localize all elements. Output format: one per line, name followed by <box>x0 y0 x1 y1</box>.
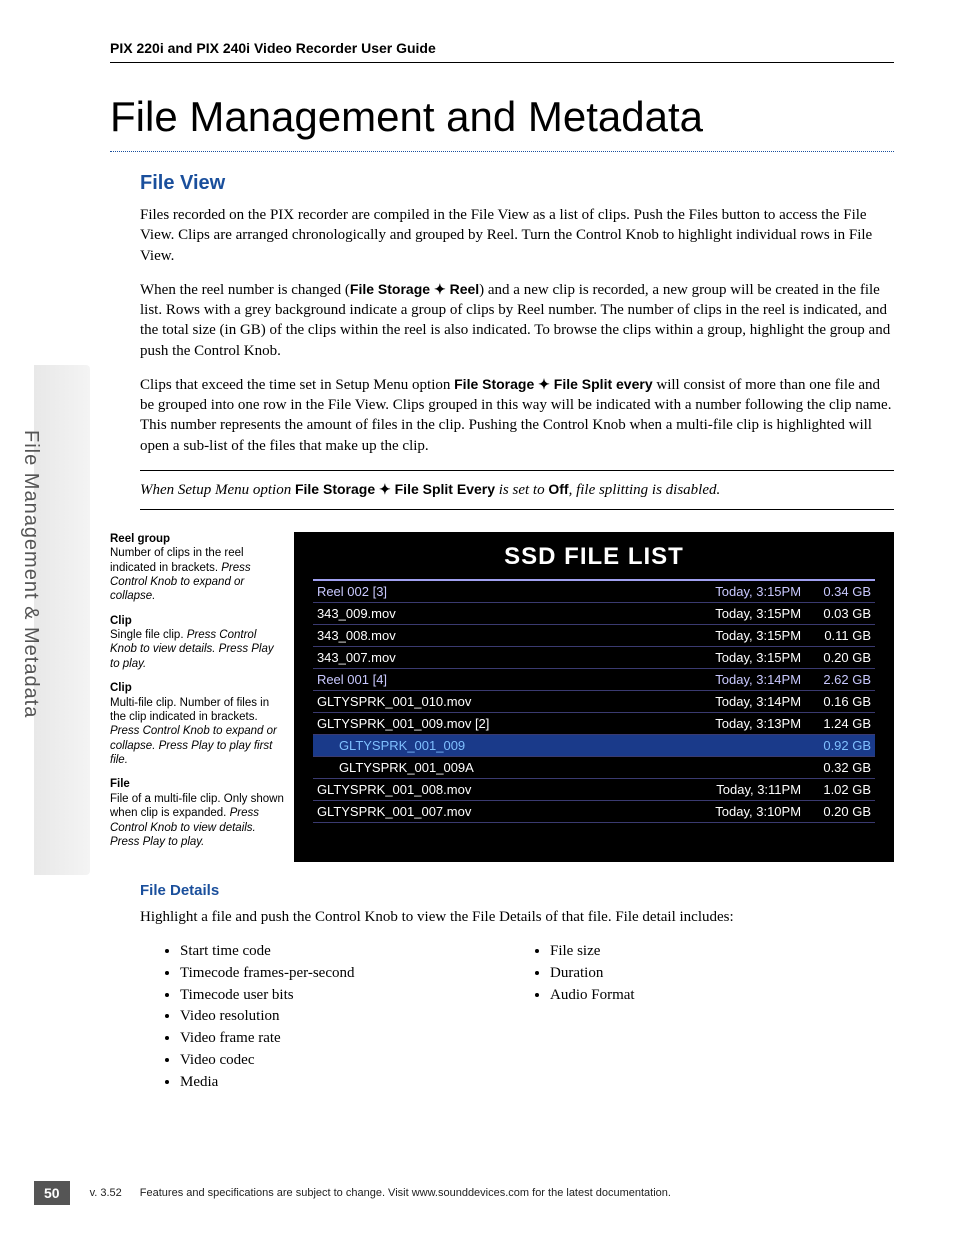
section-file-view-heading: File View <box>140 172 894 195</box>
para-2: When the reel number is changed (File St… <box>140 280 894 361</box>
menu-arrow-icon: ✦ <box>434 281 446 297</box>
ssd-row-4[interactable]: Reel 001 [4]Today, 3:14PM2.62 GB <box>313 669 875 691</box>
detail-item: Duration <box>550 963 635 985</box>
footer-version: v. 3.52 <box>90 1187 122 1199</box>
note-arrow-icon: ✦ <box>379 481 391 497</box>
running-header: PIX 220i and PIX 240i Video Recorder Use… <box>110 40 894 63</box>
page-title: File Management and Metadata <box>110 93 894 152</box>
para-1: Files recorded on the PIX recorder are c… <box>140 205 894 266</box>
menu-path-storage-2: File Storage <box>454 376 538 392</box>
ssd-row-10[interactable]: GLTYSPRK_001_007.movToday, 3:10PM0.20 GB <box>313 801 875 823</box>
ssd-title: SSD FILE LIST <box>295 533 893 579</box>
ssd-row-2[interactable]: 343_008.movToday, 3:15PM0.11 GB <box>313 625 875 647</box>
detail-item: Timecode frames-per-second <box>180 963 510 985</box>
details-list-2: File sizeDurationAudio Format <box>550 941 635 1006</box>
callouts-column: Reel groupNumber of clips in the reel in… <box>110 532 294 862</box>
ssd-row-8[interactable]: GLTYSPRK_001_009A0.32 GB <box>313 757 875 779</box>
detail-item: Video codec <box>180 1050 510 1072</box>
ssd-row-7[interactable]: GLTYSPRK_001_0090.92 GB <box>313 735 875 757</box>
callout-1: ClipSingle file clip. Press Control Knob… <box>110 614 286 672</box>
ssd-row-3[interactable]: 343_007.movToday, 3:15PM0.20 GB <box>313 647 875 669</box>
menu-path-reel: Reel <box>446 281 479 297</box>
detail-item: Timecode user bits <box>180 985 510 1007</box>
menu-path-split: File Split every <box>550 376 653 392</box>
ssd-row-5[interactable]: GLTYSPRK_001_010.movToday, 3:14PM0.16 GB <box>313 691 875 713</box>
ssd-row-0[interactable]: Reel 002 [3]Today, 3:15PM0.34 GB <box>313 581 875 603</box>
note-a: When Setup Menu option <box>140 482 295 498</box>
note-f: , file splitting is disabled. <box>569 482 721 498</box>
ssd-row-6[interactable]: GLTYSPRK_001_009.mov [2]Today, 3:13PM1.2… <box>313 713 875 735</box>
details-list-1: Start time codeTimecode frames-per-secon… <box>180 941 510 1093</box>
ssd-screen: SSD FILE LIST Reel 002 [3]Today, 3:15PM0… <box>294 532 894 862</box>
ssd-table: Reel 002 [3]Today, 3:15PM0.34 GB343_009.… <box>313 579 875 823</box>
side-tab-label: File Management & Metadata <box>19 430 42 718</box>
side-tab-bg <box>34 365 90 875</box>
detail-item: File size <box>550 941 635 963</box>
file-details-columns: Start time codeTimecode frames-per-secon… <box>140 941 894 1093</box>
note-box: When Setup Menu option File Storage ✦ Fi… <box>140 470 894 510</box>
page-footer: 50 v. 3.52 Features and specifications a… <box>34 1181 894 1205</box>
footer-text: Features and specifications are subject … <box>140 1187 671 1199</box>
detail-item: Media <box>180 1072 510 1094</box>
ssd-row-9[interactable]: GLTYSPRK_001_008.movToday, 3:11PM1.02 GB <box>313 779 875 801</box>
ssd-row-1[interactable]: 343_009.movToday, 3:15PM0.03 GB <box>313 603 875 625</box>
callout-0: Reel groupNumber of clips in the reel in… <box>110 532 286 604</box>
para-3a: Clips that exceed the time set in Setup … <box>140 377 454 393</box>
note-d: is set to <box>495 482 548 498</box>
figure-ssd-file-list: Reel groupNumber of clips in the reel in… <box>110 532 894 862</box>
detail-item: Start time code <box>180 941 510 963</box>
detail-item: Audio Format <box>550 985 635 1007</box>
page-number: 50 <box>34 1181 70 1205</box>
callout-2: ClipMulti-file clip. Number of files in … <box>110 681 286 767</box>
menu-path-storage: File Storage <box>350 281 434 297</box>
menu-arrow-icon-2: ✦ <box>538 376 550 392</box>
detail-item: Video frame rate <box>180 1028 510 1050</box>
section-file-details-heading: File Details <box>140 882 894 899</box>
note-b: File Storage <box>295 481 379 497</box>
para-2a: When the reel number is changed ( <box>140 282 350 298</box>
callout-3: FileFile of a multi-file clip. Only show… <box>110 777 286 849</box>
para-3: Clips that exceed the time set in Setup … <box>140 375 894 456</box>
detail-item: Video resolution <box>180 1006 510 1028</box>
note-c: File Split Every <box>391 481 495 497</box>
note-e: Off <box>548 481 568 497</box>
file-details-intro: Highlight a file and push the Control Kn… <box>140 907 894 927</box>
